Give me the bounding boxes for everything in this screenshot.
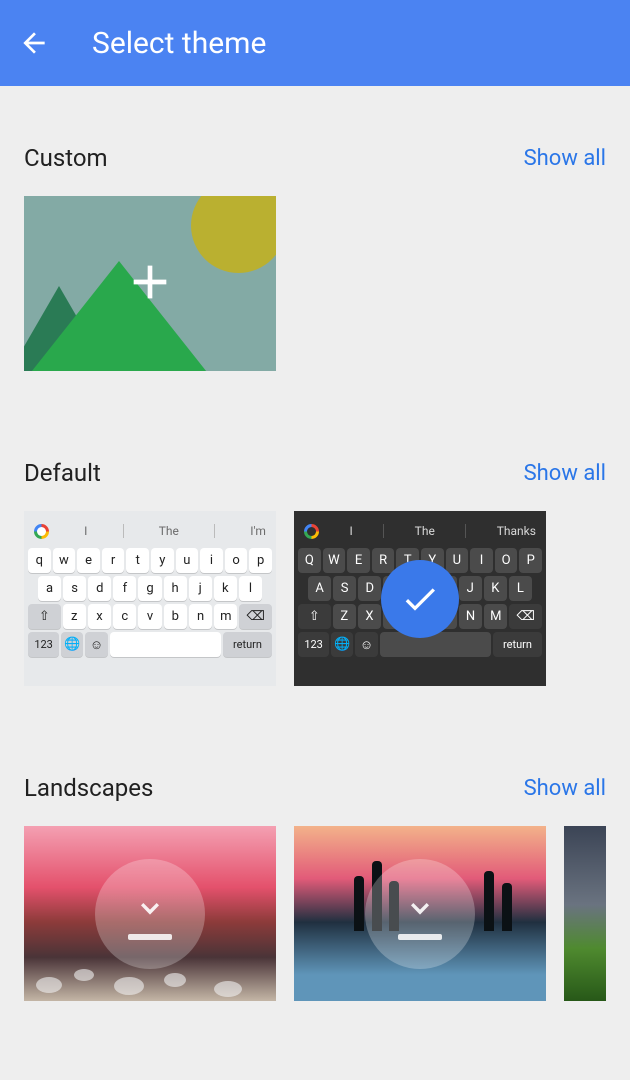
- suggestion-word: I: [349, 524, 352, 538]
- arrow-left-icon: [18, 27, 50, 59]
- section-custom: Custom Show all: [0, 120, 630, 371]
- key: h: [164, 576, 187, 601]
- google-logo-icon: [34, 524, 49, 539]
- key: P: [519, 548, 542, 573]
- theme-light-keyboard[interactable]: I The I'm q w e r t y u i o p: [24, 511, 276, 686]
- theme-landscape-3[interactable]: [564, 826, 606, 1001]
- section-landscapes: Landscapes Show all: [0, 750, 630, 1001]
- key: O: [495, 548, 518, 573]
- key: i: [200, 548, 223, 573]
- selected-checkmark-icon: [381, 560, 459, 638]
- emoji-key: ☺: [85, 632, 107, 657]
- show-all-default[interactable]: Show all: [524, 461, 606, 486]
- key: u: [176, 548, 199, 573]
- key: n: [189, 604, 212, 629]
- theme-landscape-1[interactable]: [24, 826, 276, 1001]
- theme-dark-keyboard[interactable]: I The Thanks Q W E R T Y U I O P: [294, 511, 546, 686]
- key: m: [214, 604, 237, 629]
- key: y: [151, 548, 174, 573]
- key: K: [484, 576, 507, 601]
- shift-key: ⇧: [28, 604, 61, 629]
- key: q: [28, 548, 51, 573]
- key: X: [358, 604, 381, 629]
- key: r: [102, 548, 125, 573]
- backspace-key: ⌫: [239, 604, 272, 629]
- show-all-landscapes[interactable]: Show all: [524, 776, 606, 801]
- key: S: [333, 576, 356, 601]
- key: A: [308, 576, 331, 601]
- key: a: [38, 576, 61, 601]
- key: p: [249, 548, 272, 573]
- key: b: [164, 604, 187, 629]
- download-overlay: [365, 859, 475, 969]
- key: D: [358, 576, 381, 601]
- key: x: [88, 604, 111, 629]
- key: v: [138, 604, 161, 629]
- download-icon: [400, 888, 440, 928]
- return-key: return: [493, 632, 542, 657]
- globe-key: 🌐: [61, 632, 83, 657]
- space-key: [380, 632, 491, 657]
- back-button[interactable]: [16, 25, 52, 61]
- key: W: [323, 548, 346, 573]
- download-overlay: [95, 859, 205, 969]
- key: s: [63, 576, 86, 601]
- key: e: [77, 548, 100, 573]
- plus-icon: [122, 254, 178, 314]
- suggestion-word: The: [415, 524, 435, 538]
- google-logo-icon: [304, 524, 319, 539]
- numeric-key: 123: [28, 632, 59, 657]
- return-key: return: [223, 632, 272, 657]
- section-title-custom: Custom: [24, 144, 108, 172]
- key: d: [88, 576, 111, 601]
- key: J: [459, 576, 482, 601]
- key: l: [239, 576, 262, 601]
- shift-key: ⇧: [298, 604, 331, 629]
- key: o: [225, 548, 248, 573]
- suggestion-word: I: [84, 524, 87, 538]
- theme-landscape-2[interactable]: [294, 826, 546, 1001]
- key: j: [189, 576, 212, 601]
- globe-key: 🌐: [331, 632, 353, 657]
- space-key: [110, 632, 221, 657]
- hill-shape: [24, 261, 214, 371]
- section-title-landscapes: Landscapes: [24, 774, 153, 802]
- key: c: [113, 604, 136, 629]
- emoji-key: ☺: [355, 632, 377, 657]
- key: M: [484, 604, 507, 629]
- key: N: [459, 604, 482, 629]
- section-title-default: Default: [24, 459, 101, 487]
- key: z: [63, 604, 86, 629]
- suggestion-word: I'm: [250, 524, 266, 538]
- suggestion-word: Thanks: [497, 524, 536, 538]
- key: Q: [298, 548, 321, 573]
- key: E: [347, 548, 370, 573]
- section-default: Default Show all I The I'm q w e r: [0, 435, 630, 686]
- add-custom-theme-tile[interactable]: [24, 196, 276, 371]
- key: g: [138, 576, 161, 601]
- key: Z: [333, 604, 356, 629]
- backspace-key: ⌫: [509, 604, 542, 629]
- numeric-key: 123: [298, 632, 329, 657]
- key: U: [446, 548, 469, 573]
- key: f: [113, 576, 136, 601]
- suggestion-word: The: [159, 524, 179, 538]
- app-bar: Select theme: [0, 0, 630, 86]
- key: k: [214, 576, 237, 601]
- key: L: [509, 576, 532, 601]
- download-icon: [130, 888, 170, 928]
- key: I: [470, 548, 493, 573]
- key: t: [126, 548, 149, 573]
- page-title: Select theme: [92, 26, 266, 61]
- key: R: [372, 548, 395, 573]
- key: w: [53, 548, 76, 573]
- show-all-custom[interactable]: Show all: [524, 146, 606, 171]
